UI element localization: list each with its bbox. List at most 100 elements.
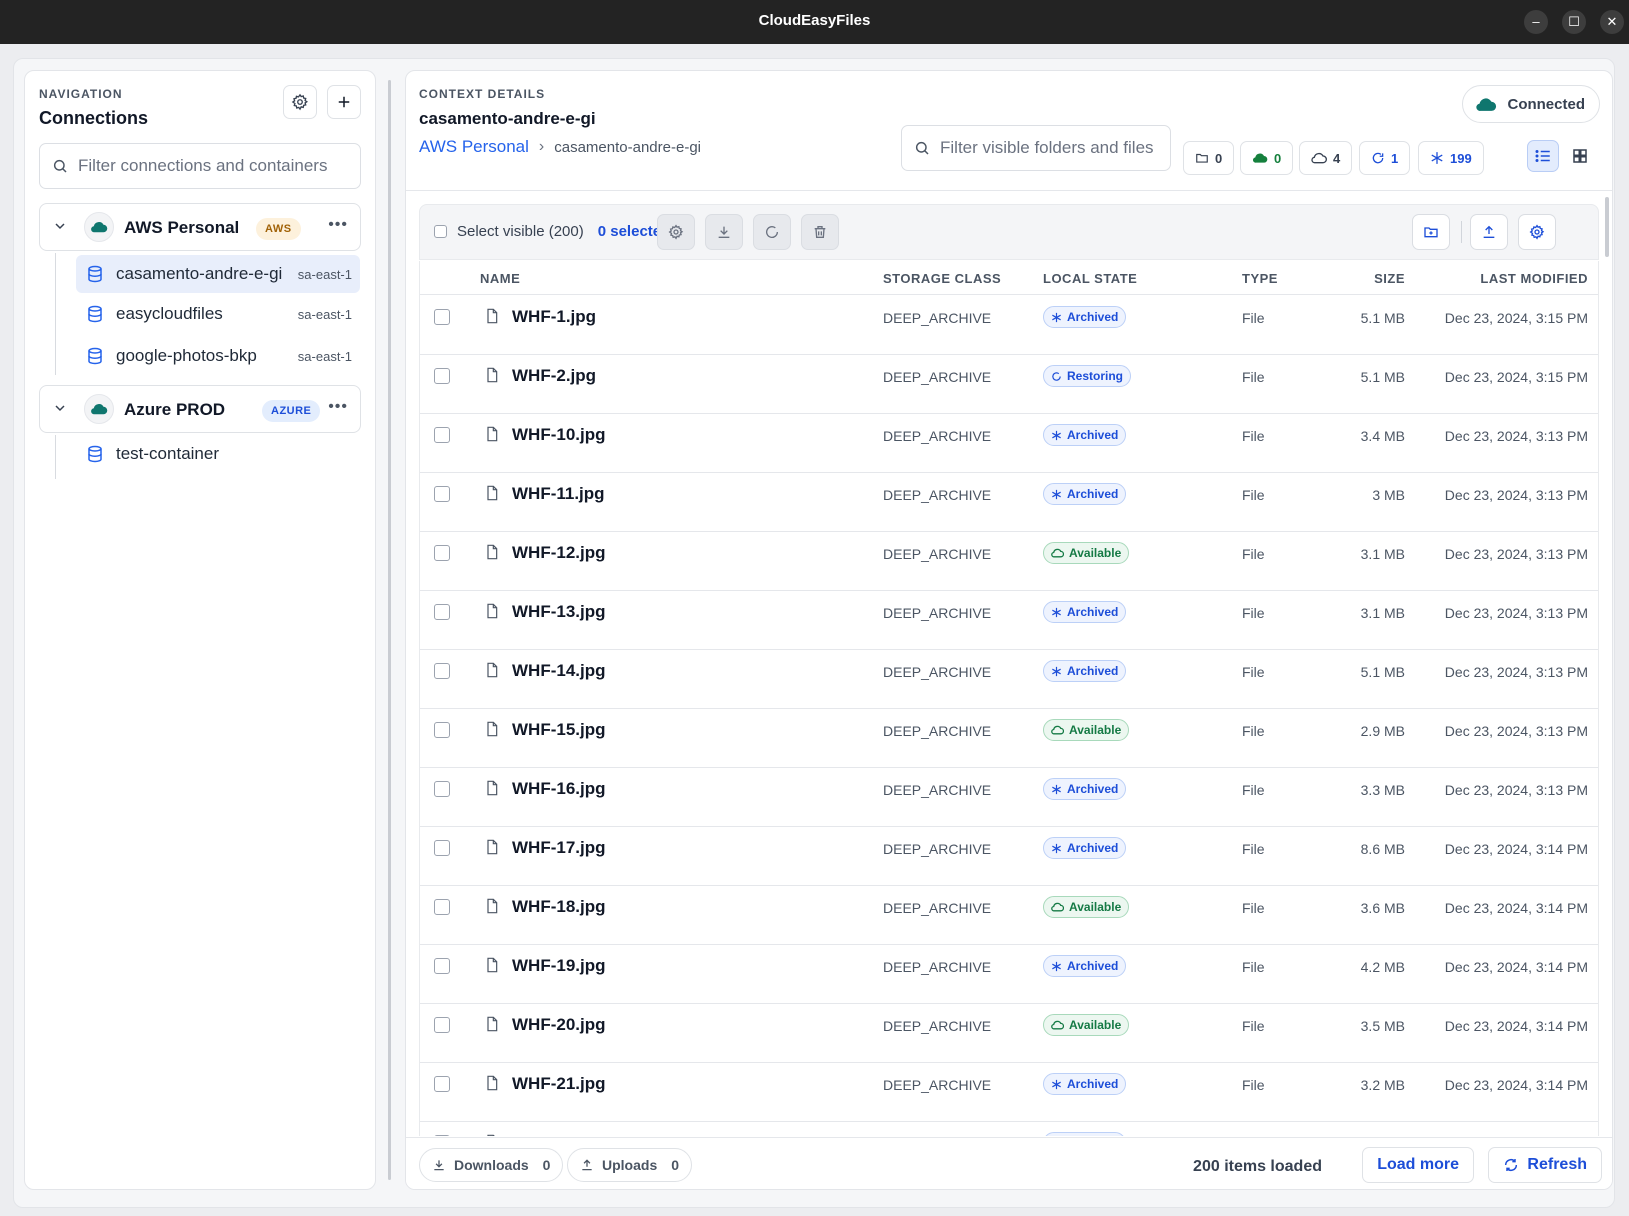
row-checkbox[interactable] xyxy=(434,781,450,797)
stat-restoring[interactable]: 1 xyxy=(1359,141,1411,175)
files-filter-input[interactable] xyxy=(940,138,1158,158)
file-size: 5.1 MB xyxy=(1360,664,1405,680)
row-checkbox[interactable] xyxy=(434,1076,450,1092)
table-row[interactable]: WHF-22.jpg Archived xyxy=(420,1122,1598,1136)
table-row[interactable]: WHF-19.jpg DEEP_ARCHIVE Archived File 4.2 MB… xyxy=(420,945,1598,1004)
column-type[interactable]: TYPE xyxy=(1242,271,1278,286)
chevron-down-icon[interactable] xyxy=(52,218,68,234)
row-checkbox[interactable] xyxy=(434,1017,450,1033)
storage-class: DEEP_ARCHIVE xyxy=(883,723,992,739)
column-local-state[interactable]: LOCAL STATE xyxy=(1043,271,1137,286)
restore-icon xyxy=(766,226,779,238)
row-checkbox[interactable] xyxy=(434,309,450,325)
column-size[interactable]: SIZE xyxy=(1374,271,1405,286)
delete-selected-button[interactable] xyxy=(801,214,839,250)
table-row[interactable]: WHF-15.jpg DEEP_ARCHIVE Available File 2.9 M… xyxy=(420,709,1598,768)
more-options-icon[interactable]: ••• xyxy=(328,216,348,234)
connections-settings-button[interactable] xyxy=(283,85,317,119)
select-visible[interactable]: Select visible (200) 0 selected xyxy=(434,223,670,240)
download-selected-button[interactable] xyxy=(705,214,743,250)
bucket-test-container[interactable]: test-container xyxy=(76,435,360,473)
file-type: File xyxy=(1242,310,1265,326)
file-name[interactable]: WHF-21.jpg xyxy=(512,1074,606,1094)
file-name[interactable]: WHF-15.jpg xyxy=(512,720,606,740)
file-name[interactable]: WHF-18.jpg xyxy=(512,897,606,917)
stat-folders[interactable]: 0 xyxy=(1183,141,1235,175)
table-scrollbar[interactable] xyxy=(1605,197,1609,257)
grid-view-button[interactable] xyxy=(1564,140,1596,172)
table-row[interactable]: WHF-16.jpg DEEP_ARCHIVE Archived File 3.3 MB… xyxy=(420,768,1598,827)
row-checkbox[interactable] xyxy=(434,427,450,443)
table-row[interactable]: WHF-11.jpg DEEP_ARCHIVE Archived File 3 MB De… xyxy=(420,473,1598,532)
close-button[interactable]: ✕ xyxy=(1600,10,1624,34)
row-checkbox[interactable] xyxy=(434,840,450,856)
row-checkbox[interactable] xyxy=(434,604,450,620)
local-state-badge: Available xyxy=(1043,896,1130,918)
minimize-button[interactable]: – xyxy=(1524,10,1548,34)
load-more-button[interactable]: Load more xyxy=(1362,1147,1474,1183)
selection-settings-button[interactable] xyxy=(657,214,695,250)
table-row[interactable]: WHF-17.jpg DEEP_ARCHIVE Archived File 8.6 MB… xyxy=(420,827,1598,886)
row-checkbox[interactable] xyxy=(434,663,450,679)
file-name[interactable]: WHF-12.jpg xyxy=(512,543,606,563)
file-name[interactable]: WHF-13.jpg xyxy=(512,602,606,622)
column-last-modified[interactable]: LAST MODIFIED xyxy=(1480,271,1588,286)
table-row[interactable]: WHF-20.jpg DEEP_ARCHIVE Available File 3.5 M… xyxy=(420,1004,1598,1063)
connections-filter[interactable] xyxy=(39,143,361,189)
file-name[interactable]: WHF-11.jpg xyxy=(512,484,605,504)
uploads-queue-button[interactable]: Uploads 0 xyxy=(567,1148,693,1182)
row-checkbox[interactable] xyxy=(434,899,450,915)
cloud-outline-icon xyxy=(1051,548,1064,558)
row-checkbox[interactable] xyxy=(434,958,450,974)
list-view-button[interactable] xyxy=(1527,140,1559,172)
new-folder-button[interactable] xyxy=(1412,214,1450,250)
table-row[interactable]: WHF-14.jpg DEEP_ARCHIVE Archived File 5.1 MB… xyxy=(420,650,1598,709)
select-visible-checkbox[interactable] xyxy=(434,225,447,238)
table-row[interactable]: WHF-1.jpg DEEP_ARCHIVE Archived File 5.1 MB D… xyxy=(420,296,1598,355)
chevron-down-icon[interactable] xyxy=(52,400,68,416)
pane-resize-handle[interactable] xyxy=(388,80,391,1180)
table-row[interactable]: WHF-12.jpg DEEP_ARCHIVE Available File 3.1 M… xyxy=(420,532,1598,591)
upload-settings-button[interactable] xyxy=(1518,214,1556,250)
connection-aws-personal[interactable]: AWS Personal AWS ••• xyxy=(39,203,361,251)
maximize-button[interactable]: ☐ xyxy=(1562,10,1586,34)
breadcrumb-root-link[interactable]: AWS Personal xyxy=(419,137,529,157)
file-name[interactable]: WHF-16.jpg xyxy=(512,779,606,799)
add-connection-button[interactable] xyxy=(327,85,361,119)
downloads-queue-button[interactable]: Downloads 0 xyxy=(419,1148,564,1182)
row-checkbox[interactable] xyxy=(434,722,450,738)
gear-icon xyxy=(291,93,309,111)
table-row[interactable]: WHF-13.jpg DEEP_ARCHIVE Archived File 3.1 MB… xyxy=(420,591,1598,650)
connections-filter-input[interactable] xyxy=(78,156,340,176)
bucket-casamento-andre-e-gi[interactable]: casamento-andre-e-gi sa-east-1 xyxy=(76,255,360,293)
row-checkbox[interactable] xyxy=(434,486,450,502)
column-storage-class[interactable]: STORAGE CLASS xyxy=(883,271,1001,286)
table-row[interactable]: WHF-18.jpg DEEP_ARCHIVE Available File 3.6 M… xyxy=(420,886,1598,945)
file-name[interactable]: WHF-19.jpg xyxy=(512,956,606,976)
restore-selected-button[interactable] xyxy=(753,214,791,250)
file-name[interactable]: WHF-10.jpg xyxy=(512,425,606,445)
file-name[interactable]: WHF-20.jpg xyxy=(512,1015,606,1035)
bucket-easycloudfiles[interactable]: easycloudfiles sa-east-1 xyxy=(76,295,360,333)
table-row[interactable]: WHF-10.jpg DEEP_ARCHIVE Archived File 3.4 MB… xyxy=(420,414,1598,473)
column-name[interactable]: NAME xyxy=(480,271,520,286)
files-filter[interactable] xyxy=(901,125,1171,171)
row-checkbox[interactable] xyxy=(434,368,450,384)
file-name[interactable]: WHF-14.jpg xyxy=(512,661,606,681)
stat-cloud-outline[interactable]: 4 xyxy=(1299,141,1353,175)
refresh-button[interactable]: Refresh xyxy=(1488,1147,1602,1183)
row-checkbox[interactable] xyxy=(434,1135,450,1136)
row-checkbox[interactable] xyxy=(434,545,450,561)
file-name[interactable]: WHF-22.jpg xyxy=(512,1133,606,1136)
table-row[interactable]: WHF-21.jpg DEEP_ARCHIVE Archived File 3.2 MB… xyxy=(420,1063,1598,1122)
bucket-google-photos-bkp[interactable]: google-photos-bkp sa-east-1 xyxy=(76,337,360,375)
upload-button[interactable] xyxy=(1470,214,1508,250)
table-row[interactable]: WHF-2.jpg DEEP_ARCHIVE Restoring File 5.1 MB… xyxy=(420,355,1598,414)
more-options-icon[interactable]: ••• xyxy=(328,398,348,416)
file-name[interactable]: WHF-1.jpg xyxy=(512,307,596,327)
file-name[interactable]: WHF-17.jpg xyxy=(512,838,606,858)
connection-azure-prod[interactable]: Azure PROD AZURE ••• xyxy=(39,385,361,433)
stat-archived[interactable]: 199 xyxy=(1418,141,1484,175)
file-name[interactable]: WHF-2.jpg xyxy=(512,366,596,386)
stat-cloud-available[interactable]: 0 xyxy=(1240,141,1294,175)
